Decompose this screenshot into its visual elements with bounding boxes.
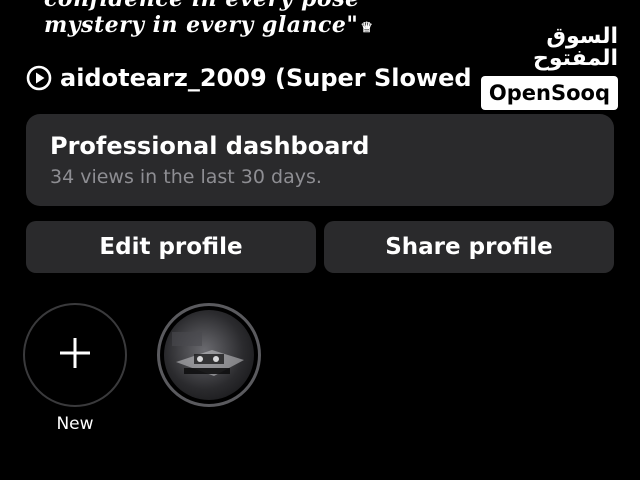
share-profile-button[interactable]: Share profile <box>324 221 614 273</box>
new-highlight-label: New <box>56 414 94 434</box>
new-highlight-button[interactable] <box>23 303 127 407</box>
opensooq-watermark: السوق المفتوح OpenSooq <box>468 26 618 110</box>
profile-music[interactable]: aidotearz_2009 (Super Slowed <box>26 64 472 92</box>
dashboard-title: Professional dashboard <box>50 132 370 160</box>
edit-profile-button[interactable]: Edit profile <box>26 221 316 273</box>
watermark-brand-logo: OpenSooq <box>480 76 618 110</box>
music-track-title: aidotearz_2009 (Super Slowed <box>60 64 472 92</box>
bio-line-1: confidence in every pose <box>44 0 360 12</box>
dashboard-subtitle: 34 views in the last 30 days. <box>50 166 322 188</box>
crown-icon: ♕ <box>360 20 374 36</box>
watermark-arabic-text: السوق المفتوح <box>532 24 618 71</box>
play-circle-icon <box>26 65 52 91</box>
professional-dashboard-card[interactable]: Professional dashboard 34 views in the l… <box>26 114 614 206</box>
highlight-thumbnail <box>164 310 254 400</box>
story-highlight-item[interactable] <box>157 303 261 407</box>
bio-line-2: mystery in every glance" ♕ <box>44 12 373 38</box>
bio-line-2-text: mystery in every glance" <box>44 12 359 38</box>
plus-icon <box>58 336 92 374</box>
